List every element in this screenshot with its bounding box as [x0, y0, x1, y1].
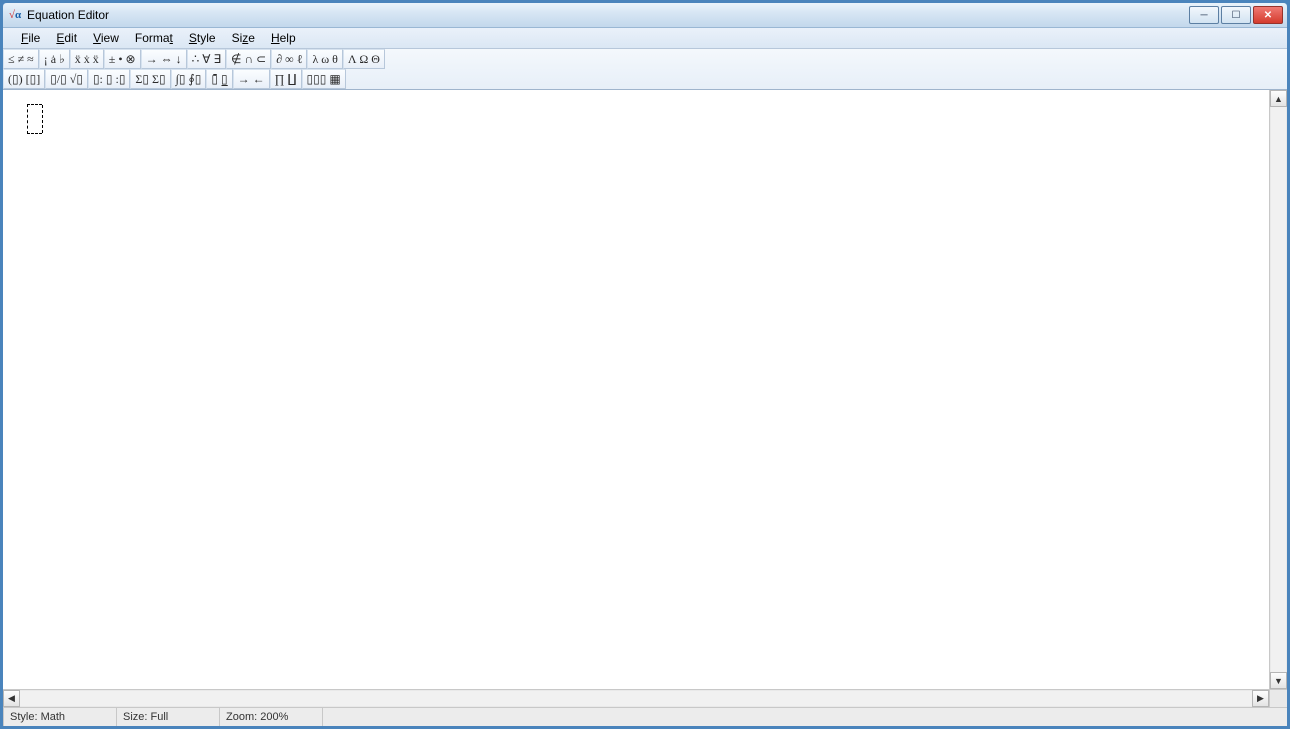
menu-bar: File Edit View Format Style Size Help: [3, 28, 1287, 49]
bar-templates[interactable]: ▯̄ ▯̲: [206, 69, 232, 89]
spaces-ellipses[interactable]: ¡ ȧ ♭: [39, 49, 70, 69]
arrow-symbols[interactable]: → ⇔ ↓: [141, 49, 187, 69]
menu-file[interactable]: File: [13, 29, 48, 47]
fence-templates[interactable]: (▯) [▯]: [3, 69, 45, 89]
vertical-scrollbar[interactable]: ▲ ▼: [1269, 90, 1287, 689]
logical-symbols[interactable]: ∴ ∀ ∃: [187, 49, 226, 69]
status-style-label: Style:: [10, 711, 38, 723]
status-size-label: Size:: [123, 711, 147, 723]
subscript-superscript-templates[interactable]: ▯: ▯ :▯: [88, 69, 130, 89]
status-zoom: Zoom: 200%: [220, 708, 323, 726]
menu-size[interactable]: Size: [224, 29, 263, 47]
menu-view[interactable]: View: [85, 29, 127, 47]
status-style-value: Math: [41, 711, 65, 723]
scroll-left-button[interactable]: ◀: [3, 690, 20, 707]
horizontal-scroll-track[interactable]: [20, 691, 1252, 706]
menu-edit[interactable]: Edit: [48, 29, 85, 47]
workspace: ▲ ▼: [3, 90, 1287, 689]
horizontal-scrollbar[interactable]: ◀ ▶: [3, 689, 1269, 707]
status-zoom-value: 200%: [260, 711, 288, 723]
scroll-up-button[interactable]: ▲: [1270, 90, 1287, 107]
toolbar-row-symbols: ≤ ≠ ≈ ¡ ȧ ♭ ẍ ẋ ẍ ± • ⊗ → ⇔ ↓ ∴ ∀ ∃ ∉ ∩ …: [3, 49, 1287, 69]
misc-symbols[interactable]: ∂ ∞ ℓ: [271, 49, 307, 69]
menu-style[interactable]: Style: [181, 29, 224, 47]
scroll-down-button[interactable]: ▼: [1270, 672, 1287, 689]
product-templates[interactable]: ∏ ∐: [270, 69, 302, 89]
menu-help[interactable]: Help: [263, 29, 304, 47]
equation-canvas[interactable]: [3, 90, 1269, 689]
matrix-templates[interactable]: ▯▯▯ ▦: [302, 69, 346, 89]
minimize-button[interactable]: ─: [1189, 6, 1219, 24]
scroll-right-button[interactable]: ▶: [1252, 690, 1269, 707]
summation-templates[interactable]: Σ▯ Σ▯: [130, 69, 170, 89]
app-window: √α Equation Editor ─ ☐ ✕ File Edit View …: [2, 2, 1288, 727]
operator-symbols[interactable]: ± • ⊗: [104, 49, 141, 69]
menu-format[interactable]: Format: [127, 29, 181, 47]
relational-symbols[interactable]: ≤ ≠ ≈: [3, 49, 39, 69]
status-style: Style: Math: [3, 708, 117, 726]
scroll-corner: [1269, 689, 1287, 707]
title-bar: √α Equation Editor ─ ☐ ✕: [3, 3, 1287, 28]
arrow-templates[interactable]: → ←: [233, 69, 270, 89]
integral-templates[interactable]: ∫▯ ∮▯: [171, 69, 207, 89]
embellishments[interactable]: ẍ ẋ ẍ: [70, 49, 104, 69]
fraction-radical-templates[interactable]: ▯/▯ √▯: [45, 69, 88, 89]
app-icon: √α: [7, 7, 23, 23]
status-bar: Style: Math Size: Full Zoom: 200%: [3, 707, 1287, 726]
vertical-scroll-track[interactable]: [1271, 107, 1286, 672]
greek-lowercase[interactable]: λ ω θ: [307, 49, 342, 69]
maximize-button[interactable]: ☐: [1221, 6, 1251, 24]
status-size-value: Full: [151, 711, 169, 723]
status-size: Size: Full: [117, 708, 220, 726]
greek-uppercase[interactable]: Λ Ω Θ: [343, 49, 385, 69]
toolbar-row-templates: (▯) [▯] ▯/▯ √▯ ▯: ▯ :▯ Σ▯ Σ▯ ∫▯ ∮▯ ▯̄ ▯̲…: [3, 69, 1287, 89]
insertion-slot: [27, 104, 42, 134]
close-button[interactable]: ✕: [1253, 6, 1283, 24]
set-theory-symbols[interactable]: ∉ ∩ ⊂: [226, 49, 271, 69]
status-zoom-label: Zoom:: [226, 711, 257, 723]
window-title: Equation Editor: [27, 8, 109, 22]
symbol-toolbar: ≤ ≠ ≈ ¡ ȧ ♭ ẍ ẋ ẍ ± • ⊗ → ⇔ ↓ ∴ ∀ ∃ ∉ ∩ …: [3, 49, 1287, 90]
